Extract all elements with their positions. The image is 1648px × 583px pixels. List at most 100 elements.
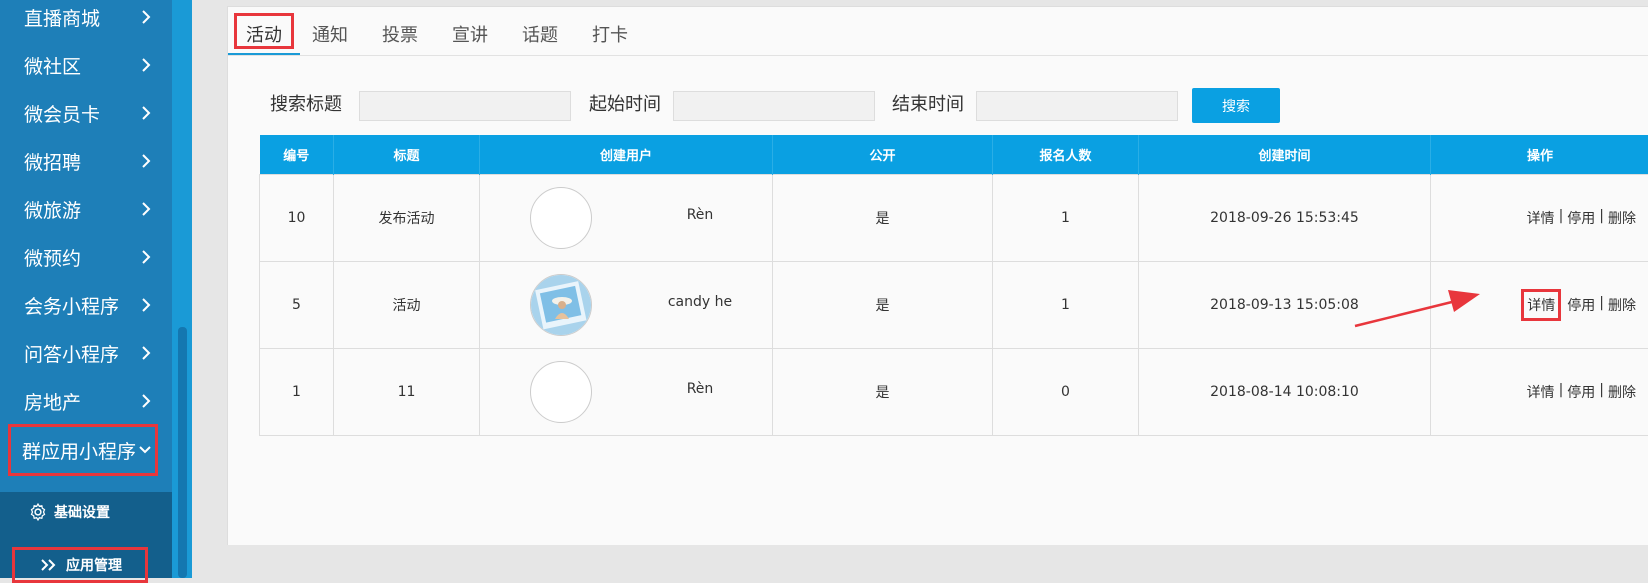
- cell-created: 2018-08-14 10:08:10: [1139, 349, 1431, 436]
- search-title-label: 搜索标题: [270, 90, 342, 116]
- cell-signups: 0: [993, 349, 1139, 436]
- tab-highlight-box: [234, 13, 294, 49]
- sidebar-item-label: 微招聘: [24, 148, 134, 175]
- chevron-right-icon: [134, 201, 158, 217]
- tab-label: 话题: [522, 21, 558, 47]
- tab-lecture[interactable]: 宣讲: [440, 17, 500, 51]
- search-button[interactable]: 搜索: [1192, 88, 1280, 123]
- separator: |: [1559, 208, 1564, 228]
- sidebar-item-label: 微社区: [24, 52, 134, 79]
- cell-creator: candy he: [480, 262, 773, 349]
- chevron-down-icon: [136, 445, 154, 455]
- gear-icon: [28, 502, 48, 522]
- column-header-title: 标题: [334, 135, 480, 175]
- cell-created: 2018-09-26 15:53:45: [1139, 175, 1431, 262]
- separator: |: [1599, 208, 1604, 228]
- cell-title: 发布活动: [334, 175, 480, 262]
- cell-public: 是: [773, 349, 993, 436]
- delete-link[interactable]: 删除: [1608, 382, 1636, 402]
- table-row: 10 发布活动 Rèn 是 1 2018-09-26 15:53:45 详情 |…: [260, 175, 1648, 262]
- cell-actions: 详情 | 停用 | 删除: [1431, 175, 1648, 262]
- sidebar: 直播商城 微社区 微会员卡 微招聘 微旅游 微预约 会务小程序 问答小程序 房地…: [0, 0, 172, 578]
- search-title-input[interactable]: [359, 91, 571, 121]
- detail-link[interactable]: 详情: [1527, 295, 1555, 315]
- sidebar-item-travel[interactable]: 微旅游: [0, 184, 172, 234]
- chevron-right-icon: [134, 345, 158, 361]
- chevron-right-icon: [134, 393, 158, 409]
- sidebar-subitem-label: 应用管理: [66, 555, 122, 575]
- end-time-label: 结束时间: [892, 90, 964, 116]
- sidebar-item-label: 微预约: [24, 244, 134, 271]
- cell-id: 10: [260, 175, 334, 262]
- sidebar-subitem-basic-settings[interactable]: 基础设置: [28, 498, 110, 526]
- column-header-public: 公开: [773, 135, 993, 175]
- avatar: [530, 361, 592, 423]
- cell-id: 5: [260, 262, 334, 349]
- separator: |: [1599, 382, 1604, 402]
- delete-link[interactable]: 删除: [1608, 208, 1636, 228]
- column-header-signups: 报名人数: [993, 135, 1139, 175]
- tab-vote[interactable]: 投票: [370, 17, 430, 51]
- cell-creator: Rèn: [480, 349, 773, 436]
- start-time-label: 起始时间: [589, 90, 661, 116]
- chevron-right-icon: [134, 9, 158, 25]
- cell-title: 11: [334, 349, 480, 436]
- tab-notice[interactable]: 通知: [300, 17, 360, 51]
- chevron-right-icon: [134, 249, 158, 265]
- tab-label: 通知: [312, 21, 348, 47]
- cell-creator: Rèn: [480, 175, 773, 262]
- tab-bar: 活动 通知 投票 宣讲 话题 打卡: [228, 7, 1648, 57]
- sidebar-item-booking[interactable]: 微预约: [0, 232, 172, 282]
- sidebar-scrollbar[interactable]: [178, 327, 187, 578]
- tab-label: 宣讲: [452, 21, 488, 47]
- start-time-input[interactable]: [673, 91, 875, 121]
- column-header-id: 编号: [260, 135, 334, 175]
- search-bar: 搜索标题 起始时间 结束时间 搜索: [228, 85, 1648, 125]
- sidebar-item-recruit[interactable]: 微招聘: [0, 136, 172, 186]
- table-row: 1 11 Rèn 是 0 2018-08-14 10:08:10 详情 | 停用: [260, 349, 1648, 436]
- cell-signups: 1: [993, 262, 1139, 349]
- column-header-created: 创建时间: [1139, 135, 1431, 175]
- detail-link[interactable]: 详情: [1527, 382, 1555, 402]
- sidebar-item-member-card[interactable]: 微会员卡: [0, 88, 172, 138]
- detail-link[interactable]: 详情: [1527, 208, 1555, 228]
- creator-name: candy he: [600, 294, 800, 310]
- sidebar-item-conference[interactable]: 会务小程序: [0, 280, 172, 330]
- separator: |: [1559, 382, 1564, 402]
- tab-label: 投票: [382, 21, 418, 47]
- cell-public: 是: [773, 262, 993, 349]
- chevron-right-icon: [134, 105, 158, 121]
- sidebar-item-label: 群应用小程序: [22, 437, 136, 464]
- tab-topic[interactable]: 话题: [510, 17, 570, 51]
- tab-divider: [228, 55, 1648, 56]
- disable-link[interactable]: 停用: [1567, 208, 1595, 228]
- sidebar-item-group-app[interactable]: 群应用小程序: [8, 424, 158, 476]
- chevron-right-icon: [134, 153, 158, 169]
- sidebar-item-label: 房地产: [24, 388, 134, 415]
- tab-label: 打卡: [592, 21, 628, 47]
- sidebar-submenu: 基础设置 应用管理: [0, 492, 172, 578]
- cell-public: 是: [773, 175, 993, 262]
- sidebar-item-label: 直播商城: [24, 4, 134, 31]
- sidebar-item-live-mall[interactable]: 直播商城: [0, 0, 172, 42]
- avatar: [530, 187, 592, 249]
- chevron-right-icon: [134, 297, 158, 313]
- sidebar-item-community[interactable]: 微社区: [0, 40, 172, 90]
- column-header-creator: 创建用户: [480, 135, 773, 175]
- disable-link[interactable]: 停用: [1567, 295, 1595, 315]
- spacer: [1559, 295, 1563, 315]
- tab-checkin[interactable]: 打卡: [580, 17, 640, 51]
- sidebar-item-real-estate[interactable]: 房地产: [0, 376, 172, 426]
- end-time-input[interactable]: [976, 91, 1178, 121]
- creator-name: Rèn: [600, 207, 800, 223]
- sidebar-item-qa[interactable]: 问答小程序: [0, 328, 172, 378]
- cell-id: 1: [260, 349, 334, 436]
- chevron-right-icon: [134, 57, 158, 73]
- sidebar-subitem-label: 基础设置: [54, 502, 110, 522]
- disable-link[interactable]: 停用: [1567, 382, 1595, 402]
- separator: |: [1599, 295, 1604, 315]
- cell-title: 活动: [334, 262, 480, 349]
- sidebar-item-label: 问答小程序: [24, 340, 134, 367]
- double-chevron-right-icon: [40, 558, 58, 572]
- delete-link[interactable]: 删除: [1608, 295, 1636, 315]
